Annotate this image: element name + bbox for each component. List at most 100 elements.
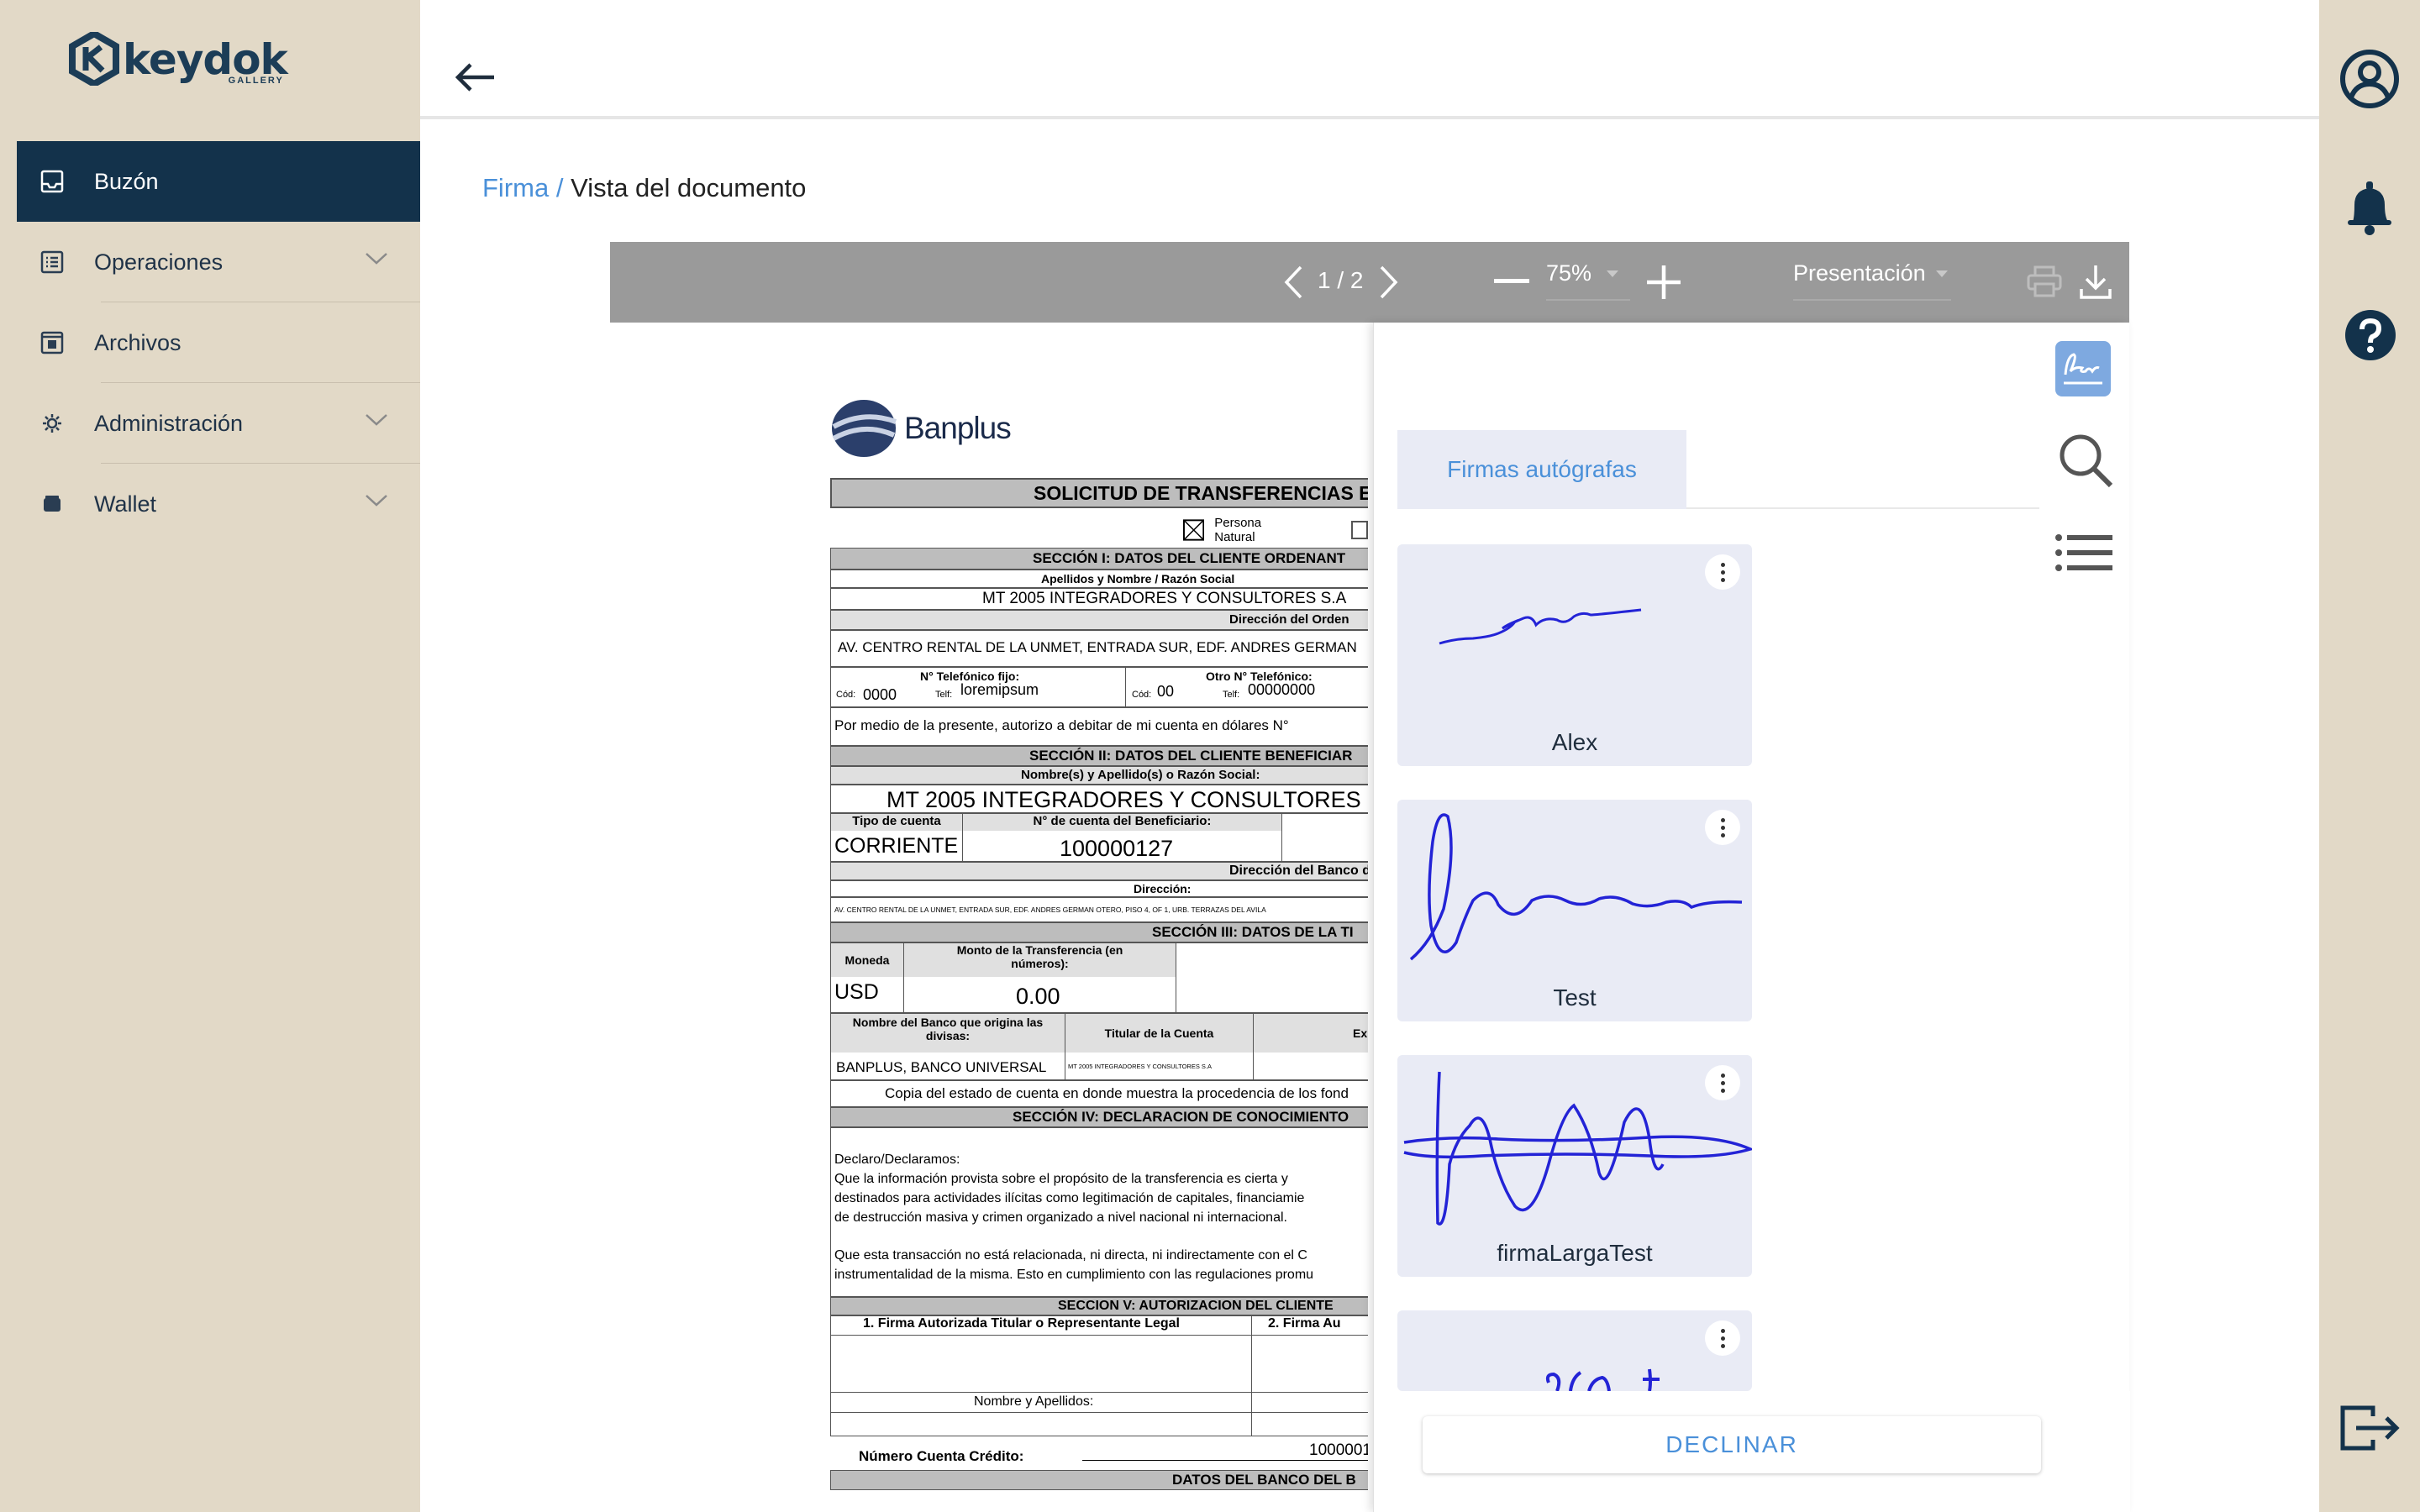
- logout-icon[interactable]: [2339, 1404, 2402, 1456]
- doc-telefonos-row: N° Telefónico fijo: Cód: 0000 Telf: lore…: [830, 667, 1368, 707]
- signature-card-test[interactable]: Test: [1397, 800, 1752, 1021]
- gear-icon: [40, 412, 66, 435]
- logo-wordmark: keydok: [123, 35, 288, 84]
- view-mode-caret-icon: [1936, 270, 1948, 277]
- doc-direccion: AV. CENTRO RENTAL DE LA UNMET, ENTRADA S…: [830, 630, 1368, 667]
- breadcrumb-link-firma[interactable]: Firma: [482, 173, 549, 202]
- doc-label-monto: Monto de la Transferencia (en números):: [903, 943, 1176, 977]
- folder-icon: [40, 331, 66, 354]
- breadcrumb: Firma / Vista del documento: [482, 173, 806, 203]
- chevron-down-icon[interactable]: [365, 413, 388, 431]
- doc-monto: 0.00: [1016, 984, 1060, 1009]
- viewer-toolbar: 1 / 2 75% Presentación: [610, 242, 2129, 323]
- doc-banco-row: Nombre del Banco que origina las divisas…: [830, 1013, 1368, 1080]
- download-icon[interactable]: [2079, 264, 2112, 301]
- back-arrow-icon[interactable]: [454, 62, 496, 97]
- signature-card-firmalargatest[interactable]: firmaLargaTest: [1397, 1055, 1752, 1277]
- doc-label-cuenta: N° de cuenta del Beneficiario:: [962, 814, 1281, 831]
- zoom-caret-icon: [1607, 270, 1618, 277]
- doc-cuenta: 100000127: [1060, 836, 1174, 861]
- doc-section-2: SECCIÓN II: DATOS DEL CLIENTE BENEFICIAR: [830, 746, 1368, 766]
- help-icon[interactable]: [2344, 309, 2396, 365]
- sidebar-item-buzon[interactable]: Buzón: [17, 141, 420, 222]
- zoom-select[interactable]: 75%: [1546, 260, 1630, 301]
- bank-name: Banplus: [904, 411, 1012, 445]
- list-view-icon[interactable]: [2055, 534, 2114, 575]
- kebab-menu-icon[interactable]: [1705, 1320, 1740, 1356]
- bell-icon[interactable]: [2344, 180, 2395, 239]
- doc-moneda: USD: [834, 980, 879, 1004]
- page-indicator: 1 / 2: [1318, 267, 1364, 293]
- signature-name: Alex: [1551, 729, 1598, 755]
- chevron-down-icon[interactable]: [365, 252, 388, 270]
- print-icon[interactable]: [2027, 265, 2062, 299]
- list-icon: [40, 250, 66, 274]
- doc-cod2: 00: [1157, 683, 1175, 700]
- doc-section-6: DATOS DEL BANCO DEL B: [830, 1470, 1368, 1490]
- banplus-logo: Banplus: [830, 398, 1012, 459]
- signature-tool-icon[interactable]: [2055, 341, 2111, 401]
- user-profile-icon[interactable]: [2339, 49, 2400, 113]
- sidebar: keydok GALLERY Buzón Operaciones Archivo…: [0, 0, 420, 1512]
- signature-name: Test: [1553, 984, 1597, 1011]
- sidebar-item-archivos[interactable]: Archivos: [17, 302, 420, 383]
- decline-button[interactable]: DECLINAR: [1423, 1416, 2041, 1473]
- doc-label-dir: Dirección:: [830, 880, 1368, 897]
- keydok-logo-icon: [69, 32, 119, 86]
- breadcrumb-current: Vista del documento: [571, 173, 807, 202]
- banplus-logo-icon: [832, 400, 897, 457]
- doc-tipo: CORRIENTE: [834, 834, 959, 858]
- view-mode-value: Presentación: [1793, 260, 1926, 286]
- doc-cod1: 0000: [863, 686, 897, 703]
- zoom-value: 75%: [1546, 260, 1592, 286]
- zoom-in-icon[interactable]: [1645, 264, 1682, 301]
- doc-decl-line: instrumentalidad de la misma. Esto en cu…: [834, 1268, 1314, 1282]
- doc-label-titular: Titular de la Cuenta: [1065, 1014, 1253, 1053]
- doc-declaracion: Declaro/Declaramos: Que la información p…: [830, 1127, 1368, 1297]
- doc-label-firma2: 2. Firma Au: [1268, 1316, 1341, 1331]
- doc-cuenta-row: Tipo de cuenta N° de cuenta del Benefici…: [830, 813, 1368, 862]
- doc-telf-label: Telf:: [935, 690, 953, 700]
- wallet-icon: [40, 492, 66, 516]
- sidebar-item-operaciones[interactable]: Operaciones: [17, 222, 420, 302]
- kebab-menu-icon[interactable]: [1705, 810, 1740, 845]
- doc-monto-row: Moneda Monto de la Transferencia (en núm…: [830, 942, 1368, 1013]
- logo-subtitle: GALLERY: [228, 76, 284, 86]
- inbox-icon: [40, 170, 66, 193]
- doc-ordenante: MT 2005 INTEGRADORES Y CONSULTORES S.A: [830, 588, 1368, 610]
- doc-beneficiario: MT 2005 INTEGRADORES Y CONSULTORES: [830, 785, 1368, 813]
- doc-decl-line: destinados para actividades ilícitas com…: [834, 1191, 1305, 1205]
- doc-banco-origen: BANPLUS, BANCO UNIVERSAL: [836, 1059, 1047, 1075]
- search-icon[interactable]: [2057, 432, 2114, 493]
- zoom-out-icon[interactable]: [1494, 279, 1529, 284]
- doc-label-nombre: Nombre(s) y Apellido(s) o Razón Social:: [830, 766, 1368, 785]
- doc-decl-line: Que esta transacción no está relacionada…: [834, 1248, 1307, 1263]
- doc-autoriza: Por medio de la presente, autorizo a deb…: [830, 707, 1368, 746]
- signature-card-alex[interactable]: Alex: [1397, 544, 1752, 766]
- doc-decl-line: Declaro/Declaramos:: [834, 1152, 960, 1167]
- tab-firmas-autografas[interactable]: Firmas autógrafas: [1397, 430, 1686, 509]
- doc-copia: Copia del estado de cuenta en donde mues…: [830, 1080, 1368, 1107]
- doc-telf-label-2: Telf:: [1223, 690, 1240, 700]
- chevron-left-icon[interactable]: [1282, 264, 1304, 301]
- chevron-right-icon[interactable]: [1378, 264, 1400, 301]
- doc-label-banco-origen: Nombre del Banco que origina las divisas…: [831, 1014, 1065, 1053]
- view-mode-select[interactable]: Presentación: [1793, 260, 1951, 301]
- doc-dir-small: AV. CENTRO RENTAL DE LA UNMET, ENTRADA S…: [830, 897, 1368, 922]
- doc-label-num-credito: Número Cuenta Crédito:: [859, 1448, 1024, 1464]
- chevron-down-icon[interactable]: [365, 494, 388, 512]
- doc-label-exp: Exp: [1253, 1014, 1368, 1053]
- sidebar-item-wallet[interactable]: Wallet: [17, 464, 420, 544]
- signature-panel: Firmas autógrafas Alex Test firmaLargaTe…: [1373, 323, 2130, 1512]
- keydok-logo[interactable]: keydok GALLERY: [69, 32, 288, 86]
- doc-label-dir-banco: Dirección del Banco del B: [830, 862, 1368, 880]
- doc-cod-label-2: Cód:: [1132, 690, 1152, 700]
- doc-section-5: SECCION V: AUTORIZACION DEL CLIENTE: [830, 1297, 1368, 1315]
- panel-tabs: Firmas autógrafas: [1397, 430, 2039, 509]
- signature-card-4[interactable]: [1397, 1310, 1752, 1391]
- sidebar-item-administracion[interactable]: Administración: [17, 383, 420, 464]
- kebab-menu-icon[interactable]: [1705, 554, 1740, 590]
- signature-image-4: [1545, 1368, 1660, 1391]
- doc-label-direccion: Dirección del Orden: [830, 610, 1368, 630]
- kebab-menu-icon[interactable]: [1705, 1065, 1740, 1100]
